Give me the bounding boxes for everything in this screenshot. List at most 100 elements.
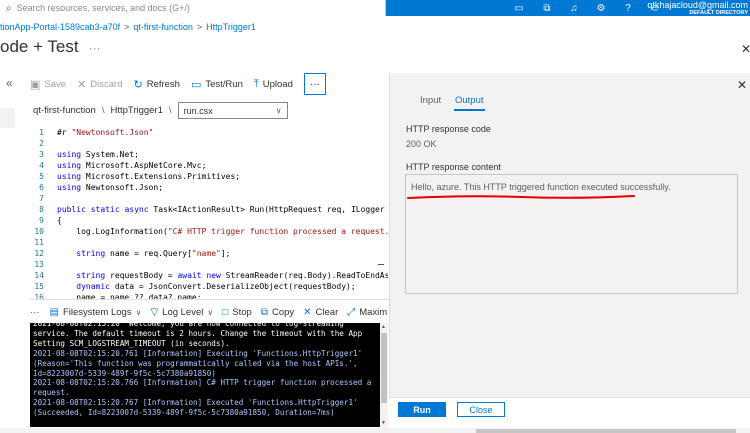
close-panel-icon[interactable]: ✕ [737, 78, 747, 92]
scroll-up-icon[interactable]: ▲ [381, 324, 386, 330]
toolbar-more-button[interactable]: ··· [303, 73, 326, 95]
horizontal-scroll-thumb[interactable] [476, 429, 736, 433]
tab-output[interactable]: Output [455, 95, 484, 106]
left-menu-selected-item[interactable] [0, 108, 15, 128]
maximize-label: Maxim [359, 306, 388, 318]
top-bar: ⌕ Search resources, services, and docs (… [0, 0, 750, 16]
notifications-icon[interactable]: ♫ [567, 1, 581, 15]
code-line: 6 using Newtonsoft.Json; [30, 182, 388, 193]
breadcrumb-item-function[interactable]: qt-first-function [133, 22, 193, 32]
clear-button[interactable]: ✕ Clear [303, 307, 338, 318]
refresh-icon: ↻ [133, 78, 143, 91]
path-separator: \ [101, 105, 105, 116]
logs-more-button[interactable]: ··· [30, 307, 40, 318]
path-function: qt-first-function [33, 105, 96, 116]
maximize-icon: ⤢ [347, 306, 356, 318]
breadcrumb-item-trigger[interactable]: HttpTrigger1 [206, 22, 256, 32]
log-console[interactable]: 2021-08-08T02:15:20 Welcome, you are now… [30, 323, 380, 427]
line-number: 2 [39, 139, 44, 148]
run-button[interactable]: Run [398, 402, 446, 417]
maximize-button[interactable]: ⤢ Maxim [347, 307, 387, 318]
code-text: #r "Newtonsoft.Json" [57, 128, 154, 137]
chevron-down-icon: ∨ [135, 307, 142, 317]
console-line: service. The default timeout is 2 hours.… [33, 328, 363, 338]
code-text: using Newtonsoft.Json; [57, 183, 164, 192]
response-code-value: 200 OK [406, 139, 437, 149]
console-scroll-thumb[interactable] [381, 333, 387, 403]
code-editor[interactable]: 1 #r "Newtonsoft.Json" 2 3 using System.Net;… [30, 124, 388, 299]
log-level-label: Log Level [162, 306, 204, 318]
close-blade-icon[interactable]: ✕ [741, 42, 750, 56]
global-search-input[interactable]: ⌕ Search resources, services, and docs (… [0, 0, 386, 16]
close-button[interactable]: Close [457, 402, 505, 417]
code-line: 11 [30, 237, 388, 248]
chevron-right-icon: > [196, 22, 203, 32]
directory-filter-icon[interactable]: ⧉ [540, 1, 554, 15]
response-code-label: HTTP response code [406, 124, 491, 134]
code-text: using Microsoft.Extensions.Primitives; [57, 172, 241, 181]
scroll-down-icon[interactable]: ▼ [381, 420, 386, 426]
page-title: ode + Test ··· [0, 37, 101, 57]
copy-button[interactable]: ⧉ Copy [261, 307, 294, 318]
account-email: qtkhajacloud@gmail.com [647, 0, 748, 10]
file-select-value: run.csx [183, 105, 213, 116]
clear-label: Clear [315, 306, 339, 318]
line-number: 13 [34, 260, 44, 269]
console-line: request. [33, 388, 70, 398]
code-line: 5 using Microsoft.Extensions.Primitives; [30, 171, 388, 182]
page-more-button[interactable]: ··· [89, 41, 101, 55]
discard-button[interactable]: ✕ Discard [77, 78, 122, 91]
breadcrumb-item-function-app[interactable]: tionApp-Portal-1589cab3-a70f [0, 22, 120, 32]
console-line: 2021-08-08T02:15:20.767 [Information] Ex… [33, 398, 358, 408]
search-placeholder: Search resources, services, and docs (G+… [16, 3, 190, 13]
save-button[interactable]: ▣ Save [30, 78, 66, 91]
code-line: 16 name = name ?? data?.name; [30, 292, 388, 299]
line-number: 4 [39, 161, 44, 170]
red-underline-annotation [407, 195, 635, 199]
log-level-dropdown[interactable]: ▽ Log Level ∨ [150, 307, 213, 318]
file-select-dropdown[interactable]: run.csx ∨ [177, 102, 288, 119]
response-content-label: HTTP response content [406, 162, 501, 172]
copy-label: Copy [271, 306, 295, 318]
code-text: string name = req.Query["name"]; [76, 249, 231, 258]
filesystem-logs-label: Filesystem Logs [62, 306, 132, 318]
line-number: 5 [39, 172, 44, 181]
code-text: string requestBody = await new StreamRea… [76, 271, 388, 280]
console-scrollbar[interactable]: ▲ ▼ [380, 323, 388, 427]
upload-button[interactable]: ⤒ Upload [254, 78, 293, 91]
discard-label: Discard [90, 78, 123, 90]
help-icon[interactable]: ? [621, 1, 635, 15]
code-text: name = name ?? data?.name; [76, 293, 202, 299]
line-number: 16 [34, 293, 44, 299]
console-line: 2021-08-08T02:15:20.766 [Information] C#… [33, 378, 372, 388]
line-number: 9 [39, 216, 44, 225]
code-line: 8 public static async Task<IActionResult>… [30, 204, 388, 215]
path-separator: \ [168, 105, 172, 116]
logs-icon: ▤ [49, 306, 59, 318]
line-number: 12 [34, 249, 44, 258]
file-path-row: qt-first-function \ HttpTrigger1 \ run.c… [33, 102, 288, 119]
response-content-text: Hello, azure. This HTTP triggered functi… [411, 182, 671, 192]
console-line: (Reason='This function was programmatica… [33, 358, 358, 368]
code-line: 7 [30, 193, 388, 204]
tab-input[interactable]: Input [420, 95, 441, 106]
test-run-button[interactable]: ▭ Test/Run [191, 78, 243, 91]
line-number: 8 [39, 205, 44, 214]
code-line: 14 string requestBody = await new Stream… [30, 270, 388, 281]
cloud-shell-icon[interactable]: ▭ [512, 1, 526, 15]
upload-label: Upload [262, 78, 293, 90]
chevron-right-icon: > [124, 22, 130, 32]
stop-button[interactable]: □ Stop [222, 307, 252, 318]
code-text: log.LogInformation("C# HTTP trigger func… [76, 227, 388, 236]
page-title-text: ode + Test [0, 37, 79, 56]
console-line: (Succeeded, Id=8223007d-5339-489f-9f5c-5… [33, 408, 335, 418]
line-number: 11 [34, 238, 44, 247]
code-text: dynamic data = JsonConvert.DeserializeOb… [76, 282, 356, 291]
settings-icon[interactable]: ⚙ [594, 1, 608, 15]
filesystem-logs-dropdown[interactable]: ▤ Filesystem Logs ∨ [50, 307, 142, 318]
refresh-button[interactable]: ↻ Refresh [133, 78, 179, 91]
editor-divider [30, 299, 390, 300]
collapse-menu-icon[interactable]: « [6, 76, 13, 90]
line-number: 10 [34, 227, 44, 236]
account-menu[interactable]: qtkhajacloud@gmail.com DEFAULT DIRECTORY [647, 0, 748, 17]
